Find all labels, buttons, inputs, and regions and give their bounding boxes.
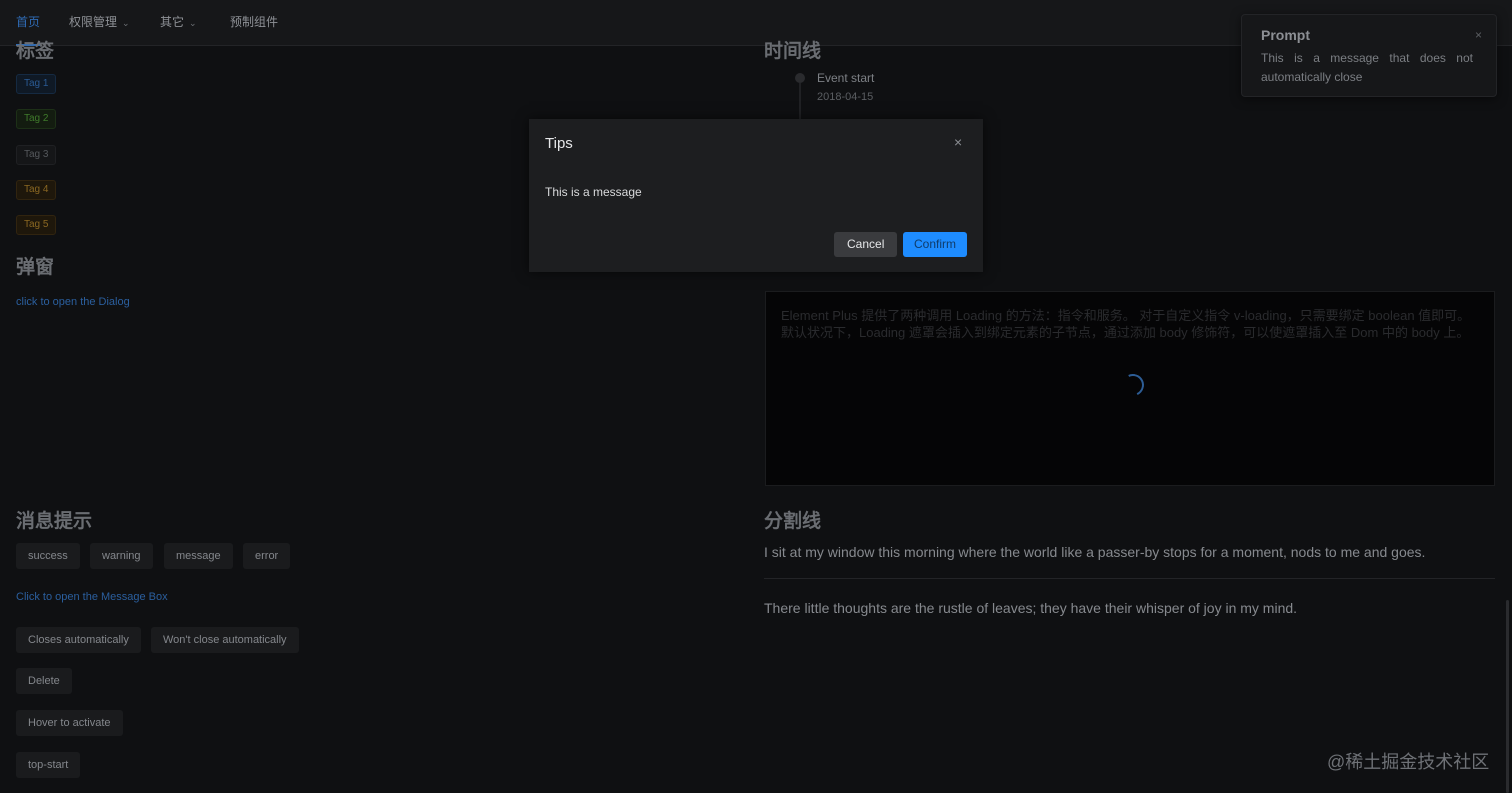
tag-2: Tag 2	[16, 109, 57, 129]
watermark: @稀土掘金技术社区	[1327, 752, 1490, 772]
error-button[interactable]: error	[243, 543, 291, 569]
close-icon[interactable]: ×	[1475, 28, 1482, 42]
success-button[interactable]: success	[16, 543, 80, 569]
timeline-dot	[795, 73, 805, 83]
dialog-heading: 弹窗	[16, 257, 55, 278]
tag-5: Tag 5	[16, 215, 57, 235]
loading-container: Element Plus 提供了两种调用 Loading 的方法：指令和服务。 …	[765, 291, 1495, 486]
loading-description: Element Plus 提供了两种调用 Loading 的方法：指令和服务。 …	[781, 308, 1471, 340]
notification-message: This is a message that does not automati…	[1261, 51, 1473, 84]
nav-item-label: 权限管理	[69, 15, 118, 29]
tag-4: Tag 4	[16, 180, 57, 200]
nav-item-label: 首页	[16, 15, 41, 29]
timeline-heading: 时间线	[764, 41, 822, 62]
dialog-message: This is a message	[545, 185, 642, 199]
notification-title: Prompt	[1261, 27, 1310, 43]
warning-button[interactable]: warning	[90, 543, 153, 569]
divider-text-1: I sit at my window this morning where th…	[764, 544, 1426, 560]
hover-to-activate-button[interactable]: Hover to activate	[16, 710, 123, 736]
divider-heading: 分割线	[764, 511, 822, 532]
closes-automatically-button[interactable]: Closes automatically	[16, 627, 141, 653]
tag-3: Tag 3	[16, 145, 57, 165]
tags-heading: 标签	[16, 41, 55, 62]
nav-item-permissions[interactable]: 权限管理 ⌄	[69, 0, 130, 46]
delete-button[interactable]: Delete	[16, 668, 72, 694]
loading-spinner-icon	[1118, 370, 1148, 400]
prompt-notification: Prompt × This is a message that does not…	[1241, 14, 1497, 97]
timeline-line	[799, 83, 801, 119]
top-start-button[interactable]: top-start	[16, 752, 81, 778]
timeline-event-title: Event start	[817, 71, 875, 85]
message-heading: 消息提示	[16, 511, 93, 532]
nav-item-other[interactable]: 其它 ⌄	[160, 0, 197, 46]
open-message-box-link[interactable]: Click to open the Message Box	[16, 591, 168, 603]
tips-dialog: Tips × This is a message Cancel Confirm	[529, 119, 983, 272]
page-scrollbar[interactable]	[1506, 600, 1509, 793]
cancel-button[interactable]: Cancel	[834, 232, 898, 257]
nav-item-label: 预制组件	[230, 15, 279, 29]
divider-text-2: There little thoughts are the rustle of …	[764, 600, 1298, 616]
nav-item-label: 其它	[160, 15, 185, 29]
chevron-down-icon: ⌄	[189, 18, 197, 28]
dialog-title: Tips	[545, 135, 573, 152]
tag-1: Tag 1	[16, 74, 57, 94]
message-button[interactable]: message	[164, 543, 233, 569]
close-icon[interactable]: ×	[954, 134, 962, 150]
nav-item-prebuilt-components[interactable]: 预制组件	[230, 0, 278, 46]
timeline-event-date: 2018-04-15	[817, 91, 874, 103]
confirm-button[interactable]: Confirm	[903, 232, 967, 257]
divider-line	[764, 578, 1495, 579]
wont-close-automatically-button[interactable]: Won't close automatically	[151, 627, 299, 653]
open-dialog-link[interactable]: click to open the Dialog	[16, 296, 130, 308]
chevron-down-icon: ⌄	[122, 18, 130, 28]
